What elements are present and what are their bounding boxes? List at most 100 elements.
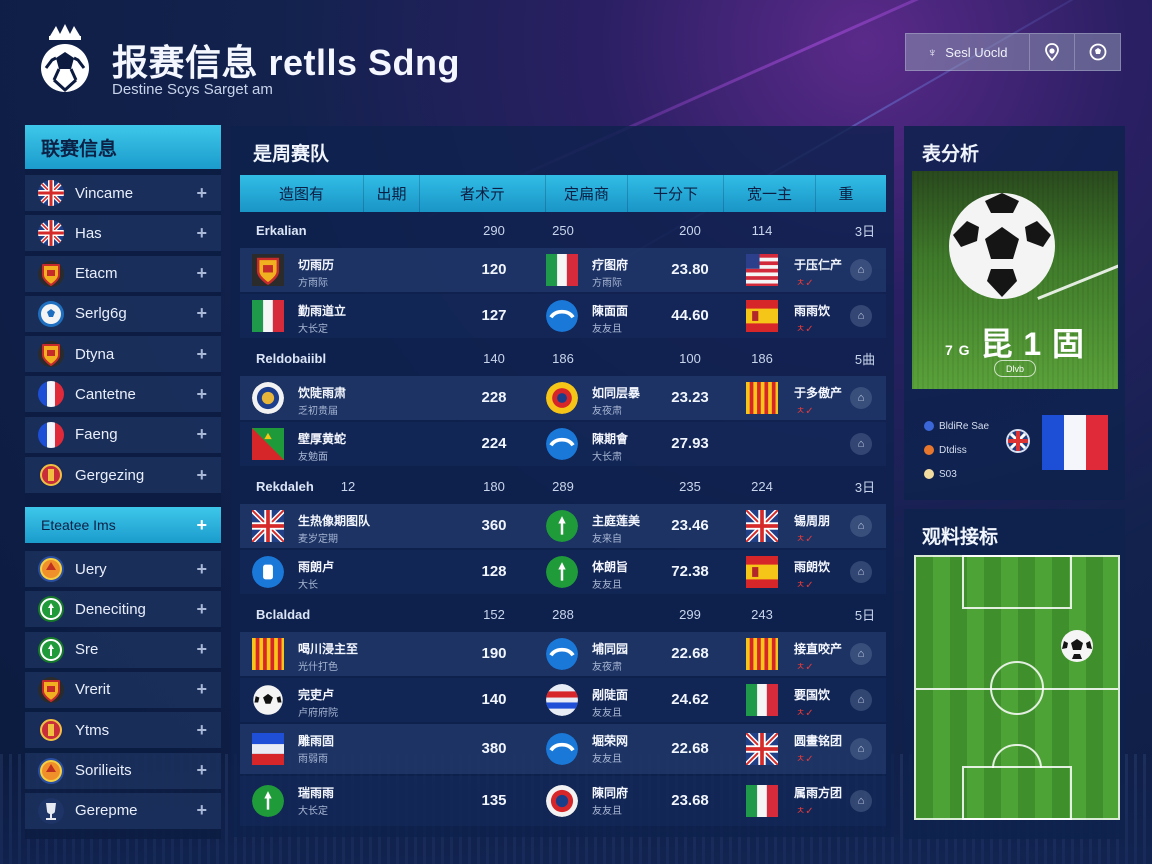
sidebar-item[interactable]: Uery + bbox=[25, 551, 221, 588]
sidebar-item[interactable]: Vrerit + bbox=[25, 671, 221, 708]
group-stat: 100 bbox=[679, 350, 701, 366]
green-round-icon bbox=[546, 556, 578, 588]
sidebar-item[interactable]: Deneciting + bbox=[25, 591, 221, 628]
column-header[interactable]: 重 bbox=[816, 175, 876, 212]
info-icon[interactable]: ⌂ bbox=[850, 515, 872, 537]
table-row[interactable]: 生热像期图队 麦岁定期 360 主庭莲美 友来自 23.46 锡周朋 ㅊ✓ ⌂ bbox=[240, 504, 886, 548]
info-icon[interactable]: ⌂ bbox=[850, 738, 872, 760]
info-icon[interactable]: ⌂ bbox=[850, 433, 872, 455]
sidebar-item[interactable]: Sre + bbox=[25, 631, 221, 668]
opponent-name: 陳同府 bbox=[592, 786, 629, 800]
group-row[interactable]: Rekdaleh 12 180 289 235 224 3日 bbox=[240, 468, 886, 504]
group-row[interactable]: Reldobaiibl 140 186 100 186 5曲 bbox=[240, 340, 886, 376]
info-icon[interactable]: ⌂ bbox=[850, 259, 872, 281]
table-row[interactable]: 雨朗卢 大长 128 体朗旨 友友且 72.38 雨朗饮 ㅊ✓ ⌂ bbox=[240, 550, 886, 594]
info-icon[interactable]: ⌂ bbox=[850, 387, 872, 409]
plus-icon[interactable]: + bbox=[196, 344, 207, 365]
group-stat: 243 bbox=[751, 606, 773, 622]
sidebar-item-label: Cantetne bbox=[75, 385, 136, 403]
plus-icon[interactable]: + bbox=[196, 183, 207, 204]
table-row[interactable]: 饮陡雨肃 乏初贵届 228 如同层暴 友夜肃 23.23 于多傲产 ㅊ✓ ⌂ bbox=[240, 376, 886, 420]
plus-icon[interactable]: + bbox=[196, 263, 207, 284]
column-header[interactable]: 者术亓 bbox=[420, 175, 546, 212]
plus-icon[interactable]: + bbox=[196, 384, 207, 405]
plus-icon[interactable]: + bbox=[196, 639, 207, 660]
third-team-name: 于压仁产 bbox=[794, 258, 843, 272]
sidebar-item[interactable]: Faeng + bbox=[25, 416, 221, 453]
third-team-name: 圆畫铭团 bbox=[794, 734, 843, 748]
odds-value: 23.80 bbox=[671, 261, 709, 278]
main-toolbar-button[interactable]: ♆ Sesl Uocld bbox=[906, 34, 1030, 70]
opponent-name: 剐陡面 bbox=[592, 688, 629, 702]
group-row[interactable]: Bclaldad 152 288 299 243 5日 bbox=[240, 596, 886, 632]
uk-flag-icon bbox=[746, 733, 778, 765]
plus-icon[interactable]: + bbox=[196, 424, 207, 445]
info-icon[interactable]: ⌂ bbox=[850, 643, 872, 665]
info-icon[interactable]: ⌂ bbox=[850, 790, 872, 812]
sidebar-item[interactable]: Gergezing + bbox=[25, 457, 221, 494]
third-team-name: 接直咬产 bbox=[794, 642, 843, 656]
analysis-panel: 表分析 7 G 昆 1 固 Dlvb BldiRe Sae Dtdiss S03 bbox=[904, 126, 1125, 500]
plus-icon[interactable]: + bbox=[196, 465, 207, 486]
analysis-legend: BldiRe Sae Dtdiss S03 bbox=[924, 414, 989, 486]
sidebar-item[interactable]: Gerepme + bbox=[25, 792, 221, 829]
plus-icon[interactable]: + bbox=[196, 720, 207, 741]
info-icon[interactable]: ⌂ bbox=[850, 561, 872, 583]
sidebar-item-label: Gerepme bbox=[75, 802, 138, 820]
location-button[interactable] bbox=[1030, 34, 1075, 70]
odds-value: 22.68 bbox=[671, 645, 709, 662]
column-header[interactable]: 定扁商 bbox=[546, 175, 628, 212]
red-crest-icon bbox=[38, 717, 64, 744]
opponent-subtitle: 大长肃 bbox=[592, 452, 622, 463]
plus-icon[interactable]: + bbox=[196, 223, 207, 244]
blue-swoosh-icon bbox=[546, 428, 578, 460]
plus-icon[interactable]: + bbox=[196, 800, 207, 821]
group-row[interactable]: Erkalian 290 250 200 114 3日 bbox=[240, 212, 886, 248]
sidebar-item[interactable]: Vincame + bbox=[25, 175, 221, 211]
table-row[interactable]: 雕雨固 雨弱雨 380 堀荣网 友友且 22.68 圆畫铭团 ㅊ✓ ⌂ bbox=[240, 724, 886, 774]
pitch-diagram[interactable] bbox=[914, 555, 1120, 820]
plus-icon[interactable]: + bbox=[196, 599, 207, 620]
match-hero-image[interactable]: 7 G 昆 1 固 Dlvb bbox=[912, 171, 1118, 389]
team-subtitle: 光什打色 bbox=[298, 662, 338, 673]
plus-icon[interactable]: + bbox=[196, 679, 207, 700]
sidebar-item[interactable]: Sorilieits + bbox=[25, 752, 221, 789]
sidebar-item[interactable]: Serlg6g + bbox=[25, 295, 221, 332]
sidebar-item[interactable]: Dtyna + bbox=[25, 336, 221, 373]
sidebar-item[interactable]: Etacm + bbox=[25, 255, 221, 292]
sidebar-item[interactable]: Cantetne + bbox=[25, 376, 221, 413]
info-icon[interactable]: ⌂ bbox=[850, 305, 872, 327]
plus-icon[interactable]: + bbox=[196, 760, 207, 781]
hero-pill[interactable]: Dlvb bbox=[994, 360, 1036, 377]
team-name: 雕雨固 bbox=[298, 734, 335, 748]
trophy-icon: ♆ bbox=[927, 44, 938, 60]
column-header[interactable]: 宽一主 bbox=[724, 175, 816, 212]
odds-value: 23.23 bbox=[671, 389, 709, 406]
plus-icon[interactable]: + bbox=[196, 303, 207, 324]
third-team-name: 雨朗饮 bbox=[794, 560, 831, 574]
form-indicator: ㅊ✓ bbox=[796, 534, 814, 545]
sidebar-item[interactable]: Has + bbox=[25, 215, 221, 252]
shield-crest-icon bbox=[38, 260, 64, 287]
column-header[interactable]: 造图有 bbox=[240, 175, 364, 212]
plus-icon[interactable]: + bbox=[196, 559, 207, 580]
sidebar-section-highlight[interactable]: Eteatee Ims + bbox=[25, 507, 221, 544]
sidebar-item-label: Uery bbox=[75, 560, 107, 578]
column-header[interactable]: 出期 bbox=[364, 175, 420, 212]
plus-icon[interactable]: + bbox=[196, 515, 207, 536]
legend-label: S03 bbox=[939, 468, 957, 480]
table-row[interactable]: 勤雨道立 大长定 127 陳面面 友友且 44.60 雨雨饮 ㅊ✓ ⌂ bbox=[240, 294, 886, 338]
table-row[interactable]: 完吏卢 卢府府院 140 剐陡面 友友且 24.62 要国饮 ㅊ✓ ⌂ bbox=[240, 678, 886, 722]
table-row[interactable]: 切雨历 方雨际 120 疗图府 方雨际 23.80 于压仁产 ㅊ✓ ⌂ bbox=[240, 248, 886, 292]
table-row[interactable]: 壁厚黄蛇 友勉面 224 陳期會 大长肃 27.93 ⌂ bbox=[240, 422, 886, 466]
info-icon[interactable]: ⌂ bbox=[850, 689, 872, 711]
ball-button[interactable] bbox=[1075, 34, 1120, 70]
sidebar-item[interactable]: Ytms + bbox=[25, 712, 221, 749]
table-row[interactable]: 瑞雨雨 大长定 135 陳同府 友友且 23.68 属雨方团 ㅊ✓ ⌂ bbox=[240, 776, 886, 826]
column-header[interactable]: 干分下 bbox=[628, 175, 724, 212]
table-row[interactable]: 喝川浸主至 光什打色 190 埔同园 友夜肃 22.68 接直咬产 ㅊ✓ ⌂ bbox=[240, 632, 886, 676]
shield-crest-icon bbox=[252, 254, 284, 286]
catalan-flag-icon bbox=[746, 382, 778, 414]
legend-item: BldiRe Sae bbox=[924, 414, 989, 438]
match-table-panel: 是周赛队 造图有 出期 者术亓 定扁商 干分下 宽一主重 Erkalian 290 250… bbox=[231, 126, 894, 837]
